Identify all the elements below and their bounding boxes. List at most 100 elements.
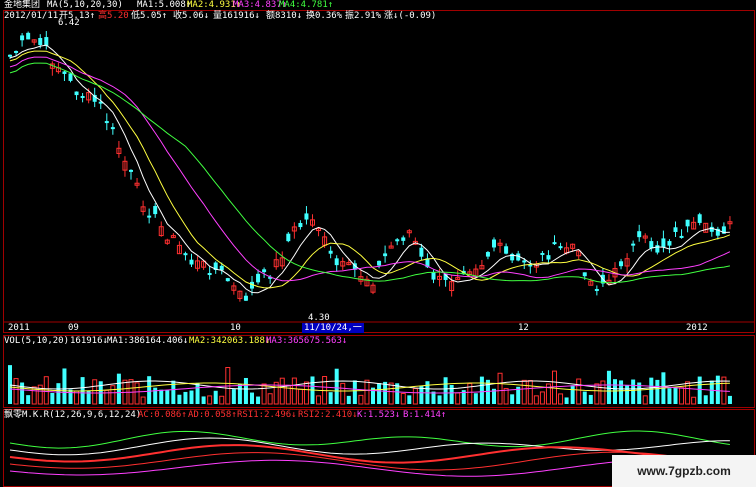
volume-bar-down [195, 382, 200, 404]
quote-amount: 额8310↓ [266, 11, 303, 21]
volume-bar-down [213, 390, 218, 404]
candle-down [679, 235, 684, 238]
volume-bar-down [256, 396, 261, 404]
candle-down [661, 238, 666, 248]
volume-bar-down [8, 365, 12, 404]
volume-bar-down [377, 383, 382, 404]
cursor-date-label: 11/10/24,一 [302, 323, 364, 333]
volume-bar-up [291, 377, 297, 405]
candle-down [485, 252, 490, 257]
candle-down [110, 127, 115, 130]
volume-bar-up [600, 380, 606, 405]
volume-bar-down [613, 379, 617, 404]
volume-bar-down [243, 377, 248, 404]
volume-bar-up [503, 388, 509, 405]
volume-bar-up [316, 395, 322, 405]
candle-down [673, 227, 678, 232]
candle-down [383, 253, 388, 257]
volume-bar-up [412, 388, 418, 405]
candle-down [14, 50, 19, 53]
candle-down [594, 288, 599, 291]
volume-bar-up [558, 393, 564, 405]
ind-name: 飘零M.K.R(12,26,9,6,12,24) [4, 410, 142, 420]
volume-bar-down [237, 384, 242, 404]
x-label-2011: 2011 [8, 323, 30, 333]
candle-down [504, 246, 509, 254]
volume-bar-down [159, 389, 164, 404]
volume-bar-down [20, 382, 25, 404]
volume-bar-down [479, 376, 484, 404]
candle-down [44, 37, 49, 46]
volume-bar-down [703, 395, 708, 404]
volume-bar-down [715, 375, 720, 404]
volume-bar-down [328, 392, 333, 404]
volume-bar-up [533, 395, 539, 405]
volume-bar-down [189, 390, 194, 404]
quote-close: 收5.06↓ [173, 11, 210, 21]
volume-bar-up [576, 378, 582, 405]
volume-bar-up [303, 381, 309, 405]
candle-down [697, 214, 702, 223]
volume-bar-up [297, 388, 303, 405]
high-price-marker: 6.42 [58, 18, 80, 28]
volume-bar-up [13, 378, 19, 405]
volume-bar-down [68, 389, 73, 404]
candle-down [189, 259, 194, 265]
ma4-value: MA4:4.781↑ [279, 0, 334, 10]
ind-rsi2: RSI2:2.410↓ [298, 410, 358, 420]
candle-down [262, 269, 267, 273]
candle-down [304, 213, 309, 220]
volume-bar-down [56, 383, 61, 404]
volume-bar-down [407, 395, 412, 404]
candle-down [667, 241, 672, 246]
volume-bar-up [497, 372, 503, 405]
volume-bar-down [334, 368, 339, 404]
candle-down [685, 219, 690, 227]
candle-down [419, 247, 424, 257]
volume-bar-down [673, 387, 678, 404]
candle-down [552, 242, 557, 245]
candle-down [183, 253, 188, 256]
candle-down [243, 295, 248, 301]
candle-down [104, 121, 109, 124]
volume-bar-down [449, 384, 454, 404]
volume-bar-up [364, 379, 370, 405]
vol-ma2: MA2:342063.188↓ [189, 336, 271, 346]
stock-title: 金地集团 [4, 0, 41, 10]
x-label-10: 10 [230, 323, 241, 333]
x-label-09: 09 [68, 323, 79, 333]
candle-down [38, 38, 43, 46]
volume-bar-down [655, 379, 660, 404]
volume-bar-down [177, 394, 182, 404]
volume-bar-down [437, 395, 442, 404]
volume-bar-down [588, 394, 593, 404]
candle-down [540, 252, 545, 255]
ma-line-5 [9, 44, 730, 294]
volume-bar-down [183, 391, 188, 404]
volume-bar-up [539, 391, 545, 405]
volume-bar-up [110, 385, 116, 405]
candle-down [256, 273, 261, 283]
volume-bar-down [50, 392, 55, 404]
candle-down [431, 272, 436, 280]
volume-bar-up [140, 396, 146, 405]
candle-down [401, 237, 406, 241]
candle-down [153, 206, 158, 215]
candle-down [74, 91, 79, 96]
volume-bar-up [455, 392, 461, 405]
volume-bar-up [400, 393, 406, 405]
volume-bar-down [201, 396, 206, 404]
ind-ac: AC:0.086↑ [138, 410, 187, 420]
volume-bar-down [625, 385, 630, 404]
candle-down [328, 250, 333, 254]
volume-bar-down [606, 370, 611, 404]
candle-down [522, 260, 527, 263]
volume-bar-down [352, 380, 357, 404]
ma1-value: MA1:5.008↑ [137, 0, 192, 10]
quote-change: 涨↓(-0.09) [384, 11, 437, 21]
volume-bar-down [231, 389, 236, 404]
candle-down [62, 71, 67, 74]
price-chart [8, 31, 733, 302]
volume-bar-up [134, 382, 140, 405]
site-watermark: www.7gpzb.com [612, 455, 756, 487]
